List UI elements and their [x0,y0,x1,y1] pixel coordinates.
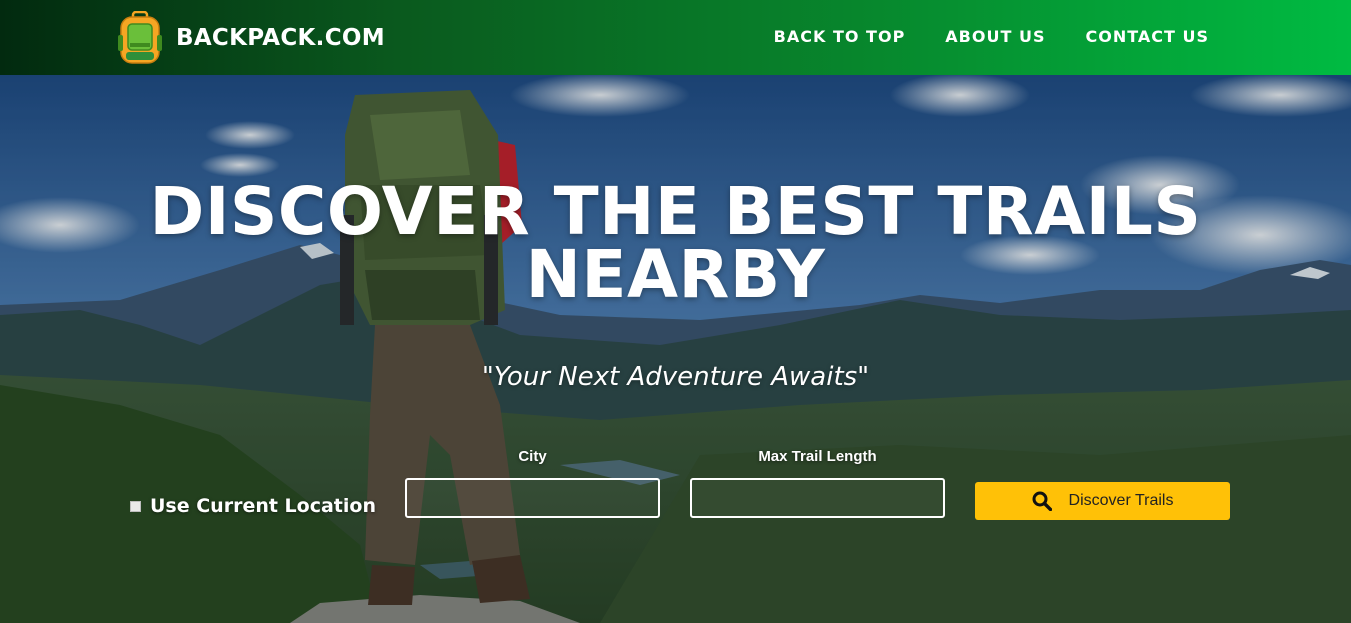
nav-about-us[interactable]: ABOUT US [945,27,1045,46]
brand-name: BACKPACK.COM [176,25,385,51]
brand[interactable]: BACKPACK.COM [118,11,385,65]
max-trail-length-input[interactable] [690,478,945,518]
hero-title-line-2: NEARBY [525,236,826,313]
city-input[interactable] [405,478,660,518]
max-trail-length-label: Max Trail Length [758,448,877,465]
hero-tagline: "Your Next Adventure Awaits" [481,362,870,392]
nav-links: BACK TO TOP ABOUT US CONTACT US [734,27,1209,46]
hero-section: DISCOVER THE BEST TRAILS NEARBY "Your Ne… [0,75,1351,623]
search-icon [1032,491,1052,511]
use-current-location-checkbox[interactable] [130,500,141,512]
discover-trails-label: Discover Trails [1068,492,1174,509]
use-current-location-option[interactable]: Use Current Location [130,495,376,517]
hero-title: DISCOVER THE BEST TRAILS NEARBY [0,173,1351,313]
hero-overlay [0,75,1351,623]
discover-trails-button[interactable]: Discover Trails [975,482,1230,520]
backpack-icon [118,11,162,64]
navbar: BACKPACK.COM BACK TO TOP ABOUT US CONTAC… [0,0,1351,75]
nav-contact-us[interactable]: CONTACT US [1085,27,1209,46]
hero-title-line-1: DISCOVER THE BEST TRAILS [149,173,1202,250]
use-current-location-label: Use Current Location [150,495,376,517]
nav-back-to-top[interactable]: BACK TO TOP [774,27,906,46]
city-label: City [518,448,547,465]
